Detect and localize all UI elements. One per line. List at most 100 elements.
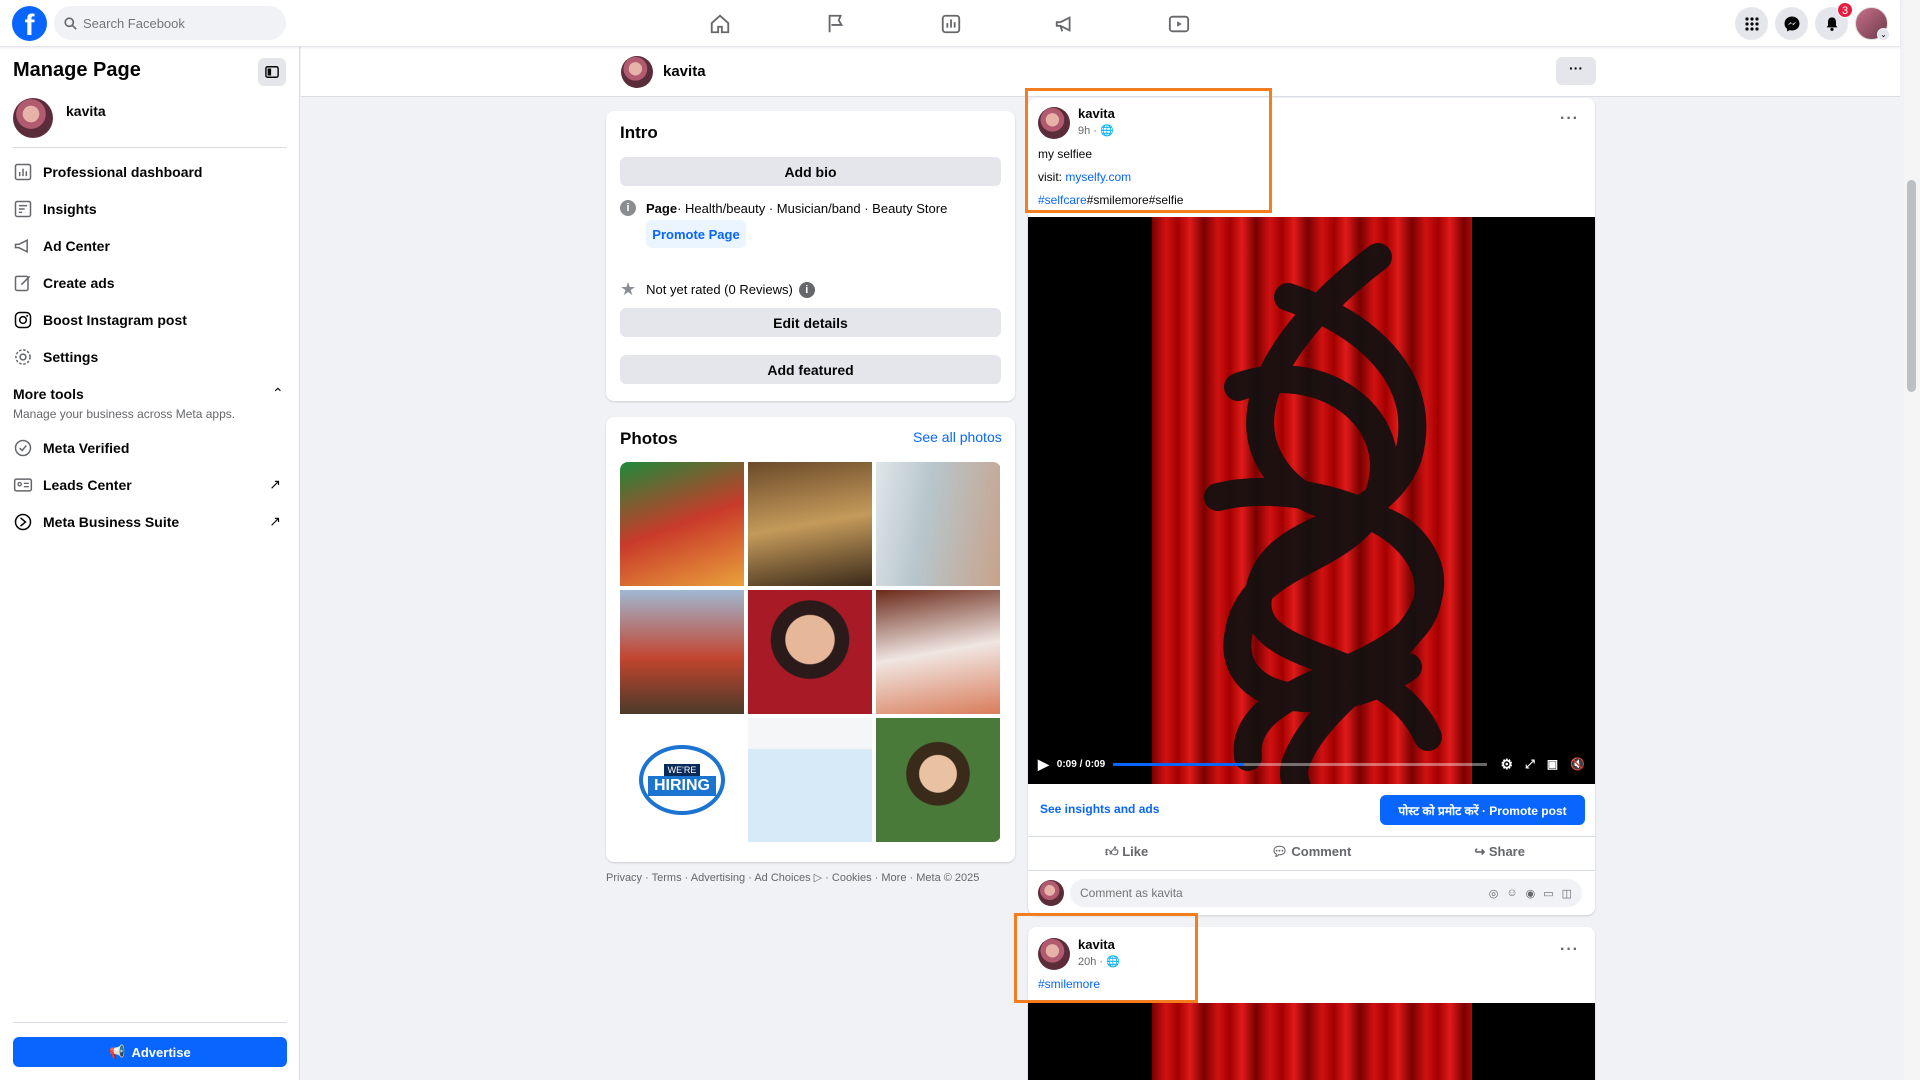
sidebar-item-label: Meta Business Suite (43, 514, 180, 530)
hiring-photo[interactable]: WE'RE HIRING (620, 718, 744, 842)
footer-links[interactable]: Privacy · Terms · Advertising · Ad Choic… (606, 871, 979, 884)
like-button[interactable]: 👍︎ Like (1105, 844, 1148, 860)
page-label: Page (646, 200, 678, 216)
search-box[interactable] (54, 6, 286, 40)
insights-icon[interactable] (923, 8, 979, 40)
avatar[interactable] (621, 56, 653, 88)
photo-thumbnail[interactable] (748, 462, 872, 586)
page-category-line: i Page · Health/beauty · Musician/band ·… (620, 200, 947, 216)
photo-thumbnail[interactable] (748, 590, 872, 714)
sidebar-item-ad-center[interactable]: Ad Center (11, 229, 291, 263)
page-profile-link[interactable]: kavita (13, 98, 106, 138)
sidebar-title: Manage Page (13, 59, 141, 81)
avatar (1038, 880, 1064, 906)
play-icon[interactable]: ▶ (1038, 756, 1049, 773)
sidebar-item-create-ads[interactable]: Create ads (11, 266, 291, 300)
chevron-down-icon[interactable]: ⌄ (1877, 28, 1890, 41)
photo-thumbnail[interactable] (876, 462, 1000, 586)
comment-button[interactable]: 💬︎ Comment (1271, 844, 1351, 860)
fullscreen-icon[interactable]: ⤢ (1525, 757, 1535, 772)
post-options-button[interactable]: ··· (1560, 110, 1579, 128)
video-icon[interactable] (1151, 8, 1207, 40)
gif-icon[interactable]: ▭ (1543, 887, 1553, 900)
see-insights-link[interactable]: See insights and ads (1040, 802, 1159, 816)
promote-post-button[interactable]: पोस्ट को प्रमोट करें · Promote post (1380, 795, 1585, 825)
sidebar-item-label: Create ads (43, 275, 115, 291)
more-tools-subtitle: Manage your business across Meta apps. (13, 407, 236, 421)
sidebar-item-leads-center[interactable]: Leads Center ↗ (11, 468, 291, 502)
manage-page-sidebar: Manage Page kavita Professional dashboar… (0, 47, 300, 1080)
divider (13, 1022, 287, 1023)
video-progress-bar[interactable] (1113, 762, 1487, 766)
add-featured-button[interactable]: Add featured (620, 355, 1001, 384)
dashboard-icon (11, 160, 35, 184)
video-player[interactable] (1028, 1003, 1595, 1080)
collapse-sidebar-icon[interactable] (258, 58, 286, 86)
facebook-logo[interactable]: f (12, 6, 47, 41)
sidebar-item-label: Professional dashboard (43, 164, 203, 180)
sidebar-item-label: Meta Verified (43, 440, 130, 456)
info-icon[interactable]: i (798, 281, 815, 298)
page-name[interactable]: kavita (663, 63, 706, 80)
verified-icon (11, 436, 35, 460)
video-frame (1152, 1003, 1472, 1080)
home-icon[interactable] (692, 8, 748, 40)
avatar (13, 98, 53, 138)
hiring-main-text: HIRING (648, 776, 716, 796)
comment-input[interactable] (1080, 886, 1440, 900)
see-all-photos-link[interactable]: See all photos (913, 429, 1002, 445)
sidebar-item-boost-instagram-post[interactable]: Boost Instagram post (11, 303, 291, 337)
intro-card: Intro Add bio i Page · Health/beauty · M… (606, 111, 1015, 401)
emoji-icon[interactable]: ☺ (1506, 887, 1517, 900)
photo-grid: WE'RE HIRING (620, 462, 1001, 842)
highlight-box (1025, 88, 1272, 213)
megaphone-icon: 📢 (109, 1044, 126, 1059)
gear-icon[interactable]: ⚙ (1501, 756, 1514, 773)
advertise-button[interactable]: 📢 Advertise (13, 1037, 287, 1067)
sidebar-item-label: Ad Center (43, 238, 110, 254)
chevron-up-icon[interactable]: ⌃ (272, 385, 284, 402)
flag-icon[interactable] (808, 8, 864, 40)
notifications-icon[interactable]: 3 (1815, 2, 1853, 40)
menu-grid-icon[interactable] (1735, 7, 1768, 40)
picture-in-picture-icon[interactable]: ▣ (1547, 757, 1558, 771)
page-scrollbar[interactable] (1904, 0, 1920, 1080)
add-bio-button[interactable]: Add bio (620, 157, 1001, 186)
edit-details-button[interactable]: Edit details (620, 308, 1001, 337)
sticker-icon[interactable]: ◫ (1562, 887, 1572, 900)
promote-page-button[interactable]: Promote Page (646, 220, 746, 248)
comment-label: Comment (1291, 844, 1352, 859)
leads-icon (11, 473, 35, 497)
volume-muted-icon[interactable]: 🔇 (1570, 757, 1585, 771)
camera-icon[interactable]: ◉ (1526, 887, 1536, 900)
profile-name: kavita (66, 103, 106, 119)
more-options-button[interactable]: ··· (1556, 57, 1596, 85)
video-progress-fill (1113, 762, 1244, 766)
page-categories: · Health/beauty · Musician/band · Beauty… (677, 200, 948, 216)
sidebar-item-professional-dashboard[interactable]: Professional dashboard (11, 155, 291, 189)
post-options-button[interactable]: ··· (1560, 941, 1579, 959)
pencil-icon (11, 271, 35, 295)
sidebar-item-settings[interactable]: Settings (11, 340, 291, 374)
sidebar-item-insights[interactable]: Insights (11, 192, 291, 226)
scroll-thumb[interactable] (1907, 180, 1916, 392)
photo-thumbnail[interactable] (748, 718, 872, 842)
photo-thumbnail[interactable] (620, 590, 744, 714)
video-player[interactable]: ▶ 0:09 / 0:09 ⚙ ⤢ ▣ 🔇 (1028, 217, 1595, 784)
instagram-icon (11, 308, 35, 332)
megaphone-icon[interactable] (1037, 8, 1093, 40)
avatar-sticker-icon[interactable]: ◎ (1489, 887, 1499, 900)
photo-thumbnail[interactable] (876, 718, 1000, 842)
search-input[interactable] (83, 15, 263, 31)
comment-box[interactable]: ◎ ☺ ◉ ▭ ◫ (1070, 879, 1582, 907)
messenger-icon[interactable] (1775, 7, 1808, 40)
share-button[interactable]: ↪ Share (1474, 844, 1525, 860)
sidebar-item-meta-verified[interactable]: Meta Verified (11, 431, 291, 465)
sidebar-item-label: Leads Center (43, 477, 132, 493)
sidebar-item-label: Insights (43, 201, 97, 217)
sidebar-item-meta-business-suite[interactable]: Meta Business Suite ↗ (11, 505, 291, 539)
photo-thumbnail[interactable] (620, 462, 744, 586)
insights-icon (11, 197, 35, 221)
highlight-box (1014, 913, 1198, 1003)
photo-thumbnail[interactable] (876, 590, 1000, 714)
